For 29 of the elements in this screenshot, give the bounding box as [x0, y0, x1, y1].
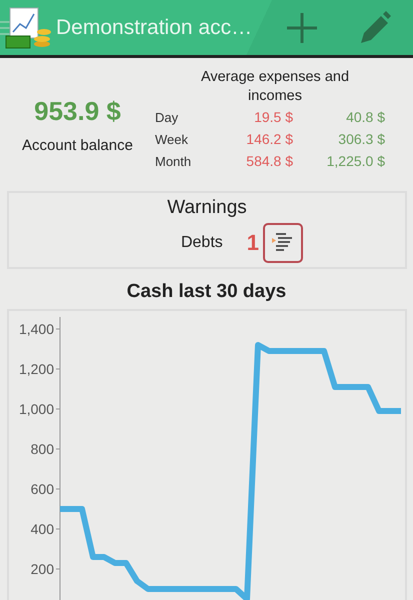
list-button[interactable]	[263, 223, 304, 263]
warning-count: 1	[246, 230, 260, 256]
y-tick-label: 600	[30, 481, 54, 497]
expense-amount: 19.5 $	[253, 109, 293, 125]
averages-title: Average expenses and incomes	[200, 68, 350, 106]
account-title: Demonstration acc…	[56, 16, 254, 40]
period-label: Week	[155, 132, 189, 146]
expense-amount: 146.2 $	[245, 131, 293, 147]
y-tick-label: 1,000	[18, 401, 54, 417]
income-amount: 1,225.0 $	[326, 153, 385, 169]
plus-icon	[285, 10, 319, 44]
warning-label: Debts	[180, 234, 223, 252]
income-amount: 306.3 $	[337, 131, 385, 147]
expense-amount: 584.8 $	[245, 153, 293, 169]
y-tick-label: 400	[30, 521, 54, 537]
y-tick-label: 1,200	[18, 361, 54, 377]
balance-amount: 953.9 $	[34, 96, 121, 127]
chart-title: Cash last 30 days	[126, 281, 288, 304]
y-tick-label: 800	[30, 441, 54, 457]
menu-icon[interactable]	[0, 20, 10, 34]
y-tick-label: 200	[30, 561, 54, 577]
period-label: Day	[155, 110, 180, 124]
income-amount: 40.8 $	[345, 109, 385, 125]
warnings-title: Warnings	[167, 197, 247, 219]
balance-label: Account balance	[22, 137, 133, 154]
app-icon[interactable]	[4, 6, 52, 50]
list-icon	[272, 233, 294, 253]
y-tick-label: 1,400	[18, 321, 54, 337]
period-label: Month	[155, 154, 192, 168]
